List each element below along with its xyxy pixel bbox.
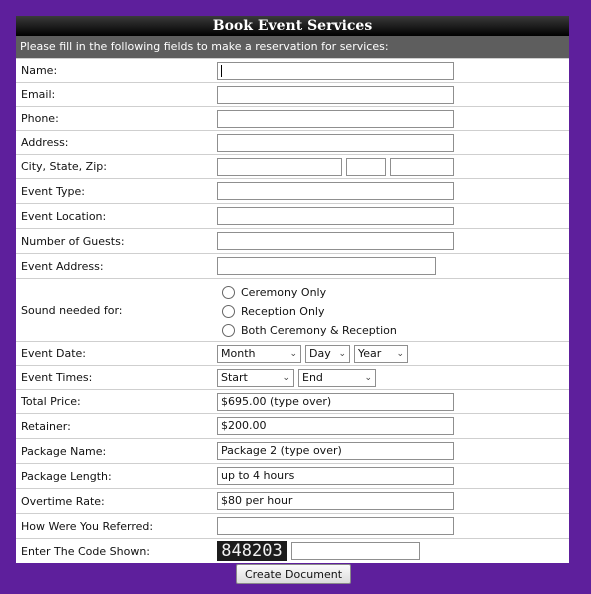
- name-label: Name:: [21, 64, 58, 77]
- create-document-button[interactable]: Create Document: [236, 564, 351, 584]
- event-address-input[interactable]: [217, 257, 436, 275]
- address-label: Address:: [21, 136, 69, 149]
- day-select[interactable]: Day ⌄: [305, 344, 350, 363]
- event-address-label: Event Address:: [21, 259, 104, 273]
- row-event-date: Event Date: Month ⌄ Day ⌄ Year ⌄: [16, 341, 569, 365]
- row-event-address: Event Address:: [16, 253, 569, 278]
- chevron-down-icon: ⌄: [364, 372, 372, 383]
- total-price-label: Total Price:: [21, 395, 81, 408]
- referred-label: How Were You Referred:: [21, 519, 154, 533]
- address-input[interactable]: [217, 133, 454, 152]
- year-select[interactable]: Year ⌄: [354, 344, 408, 363]
- name-input[interactable]: [217, 61, 454, 80]
- event-type-input[interactable]: [217, 182, 454, 200]
- row-captcha: Enter The Code Shown: 848203: [16, 538, 569, 563]
- row-name: Name:: [16, 58, 569, 82]
- row-guests: Number of Guests:: [16, 228, 569, 253]
- zip-input[interactable]: [390, 157, 454, 176]
- retainer-label: Retainer:: [21, 419, 71, 433]
- row-overtime-rate: Overtime Rate: $80 per hour: [16, 488, 569, 513]
- row-address: Address:: [16, 130, 569, 154]
- row-total-price: Total Price: $695.00 (type over): [16, 389, 569, 413]
- package-length-label: Package Length:: [21, 469, 112, 483]
- package-name-label: Package Name:: [21, 444, 107, 458]
- row-event-location: Event Location:: [16, 203, 569, 228]
- event-date-label: Event Date:: [21, 347, 87, 360]
- radio-circle-icon[interactable]: [222, 323, 235, 337]
- guests-label: Number of Guests:: [21, 234, 125, 248]
- text-caret: [221, 64, 222, 77]
- row-email: Email:: [16, 82, 569, 106]
- chevron-down-icon: ⌄: [396, 348, 404, 359]
- captcha-label: Enter The Code Shown:: [21, 544, 150, 558]
- row-city-state-zip: City, State, Zip:: [16, 154, 569, 178]
- row-package-name: Package Name: Package 2 (type over): [16, 438, 569, 463]
- email-input[interactable]: [217, 85, 454, 104]
- email-label: Email:: [21, 88, 56, 101]
- guests-input[interactable]: [217, 232, 454, 250]
- radio-circle-icon[interactable]: [222, 304, 235, 318]
- retainer-input[interactable]: $200.00: [217, 417, 454, 435]
- captcha-input[interactable]: [291, 542, 420, 560]
- radio-circle-icon[interactable]: [222, 285, 235, 299]
- row-event-type: Event Type:: [16, 178, 569, 203]
- event-type-label: Event Type:: [21, 184, 85, 198]
- radio-ceremony-only[interactable]: Ceremony Only: [222, 284, 397, 300]
- row-referred: How Were You Referred:: [16, 513, 569, 538]
- chevron-down-icon: ⌄: [289, 348, 297, 359]
- referred-input[interactable]: [217, 517, 454, 535]
- row-retainer: Retainer: $200.00: [16, 413, 569, 438]
- row-phone: Phone:: [16, 106, 569, 130]
- phone-label: Phone:: [21, 112, 59, 125]
- overtime-rate-label: Overtime Rate:: [21, 494, 105, 508]
- sound-label: Sound needed for:: [21, 303, 123, 317]
- end-time-select[interactable]: End ⌄: [298, 368, 376, 387]
- row-package-length: Package Length: up to 4 hours: [16, 463, 569, 488]
- row-event-times: Event Times: Start ⌄ End ⌄: [16, 365, 569, 389]
- radio-reception-only[interactable]: Reception Only: [222, 303, 397, 319]
- package-length-input[interactable]: up to 4 hours: [217, 467, 454, 485]
- state-input[interactable]: [346, 157, 386, 176]
- city-input[interactable]: [217, 157, 342, 176]
- overtime-rate-input[interactable]: $80 per hour: [217, 492, 454, 510]
- chevron-down-icon: ⌄: [338, 348, 346, 359]
- event-times-label: Event Times:: [21, 371, 93, 384]
- captcha-image: 848203: [217, 541, 287, 561]
- form-title: Book Event Services: [16, 16, 569, 36]
- sound-radio-group: Ceremony Only Reception Only Both Ceremo…: [222, 282, 397, 338]
- package-name-input[interactable]: Package 2 (type over): [217, 442, 454, 460]
- month-select[interactable]: Month ⌄: [217, 344, 301, 363]
- city-state-zip-label: City, State, Zip:: [21, 160, 107, 173]
- total-price-input[interactable]: $695.00 (type over): [217, 392, 454, 411]
- event-location-input[interactable]: [217, 207, 454, 225]
- form-subtitle: Please fill in the following fields to m…: [16, 36, 569, 58]
- row-sound: Sound needed for: Ceremony Only Receptio…: [16, 278, 569, 341]
- event-location-label: Event Location:: [21, 209, 107, 223]
- phone-input[interactable]: [217, 109, 454, 128]
- booking-form: Book Event Services Please fill in the f…: [16, 16, 569, 563]
- chevron-down-icon: ⌄: [282, 372, 290, 383]
- radio-both[interactable]: Both Ceremony & Reception: [222, 322, 397, 338]
- start-time-select[interactable]: Start ⌄: [217, 368, 294, 387]
